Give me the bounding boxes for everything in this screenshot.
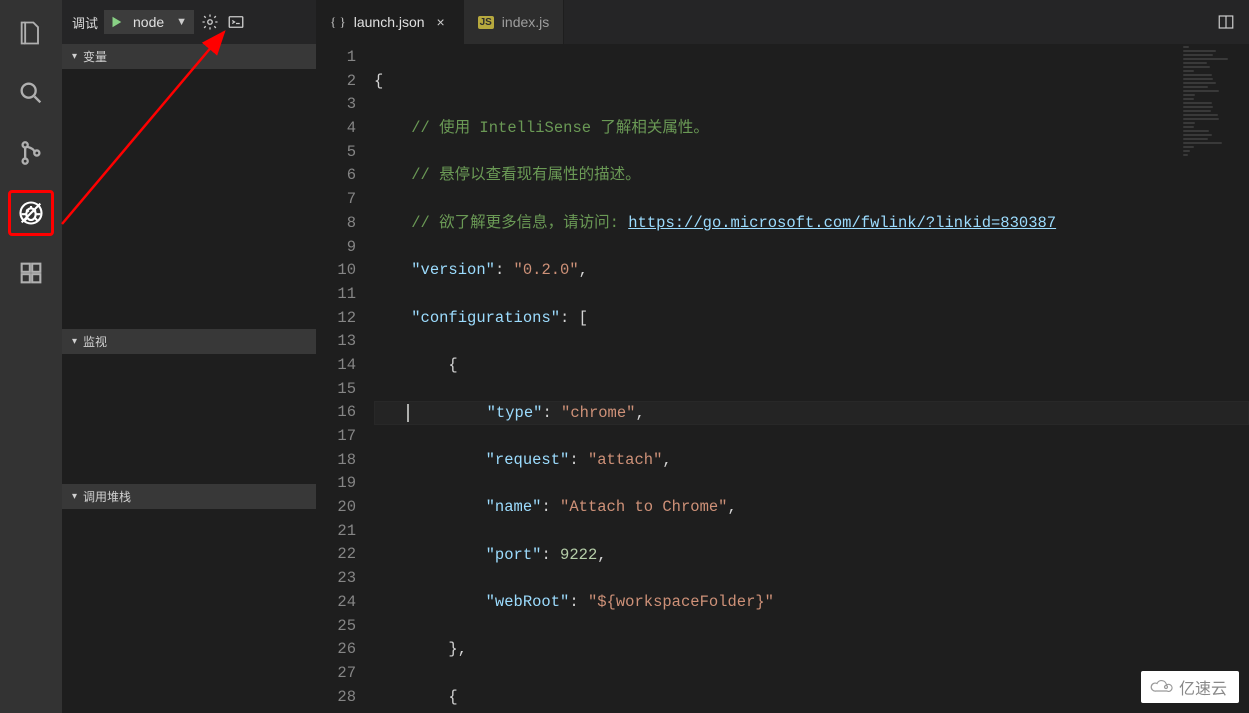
debug-icon[interactable] — [8, 190, 54, 236]
watermark-text: 亿速云 — [1179, 675, 1227, 699]
line-number: 5 — [316, 141, 356, 165]
debug-config-name: node — [127, 14, 170, 30]
line-number: 14 — [316, 354, 356, 378]
line-number: 4 — [316, 117, 356, 141]
debug-console-icon[interactable] — [226, 12, 246, 32]
files-icon[interactable] — [8, 10, 54, 56]
tab-label: index.js — [502, 14, 549, 30]
extensions-icon[interactable] — [8, 250, 54, 296]
line-number: 3 — [316, 93, 356, 117]
code-editor[interactable]: 1234567891011121314151617181920212223242… — [316, 44, 1249, 713]
js-file-icon: JS — [478, 16, 494, 29]
tab-launch-json[interactable]: { } launch.json × — [316, 0, 464, 44]
line-number: 8 — [316, 212, 356, 236]
activity-bar — [0, 0, 62, 713]
section-label: 监视 — [83, 333, 107, 350]
line-number: 7 — [316, 188, 356, 212]
editor-area: { } launch.json × JS index.js 1234567891… — [316, 0, 1249, 713]
tab-label: launch.json — [354, 14, 425, 30]
section-watch[interactable]: ▾ 监视 — [62, 329, 316, 354]
debug-sidebar: 调试 node ▼ ▾ 变量 ▾ 监视 ▾ 调用堆栈 — [62, 0, 316, 713]
section-variables[interactable]: ▾ 变量 — [62, 44, 316, 69]
line-number: 21 — [316, 520, 356, 544]
line-number: 6 — [316, 164, 356, 188]
chevron-down-icon: ▾ — [72, 491, 77, 502]
tab-index-js[interactable]: JS index.js — [464, 0, 565, 44]
callstack-panel — [62, 509, 316, 713]
chevron-down-icon[interactable]: ▼ — [170, 16, 193, 28]
line-number: 11 — [316, 283, 356, 307]
line-number: 22 — [316, 543, 356, 567]
debug-title: 调试 — [72, 13, 98, 32]
search-icon[interactable] — [8, 70, 54, 116]
line-number-gutter: 1234567891011121314151617181920212223242… — [316, 46, 374, 713]
start-debug-icon[interactable] — [105, 11, 127, 33]
line-number: 9 — [316, 236, 356, 260]
line-number: 10 — [316, 259, 356, 283]
line-number: 26 — [316, 638, 356, 662]
debug-header: 调试 node ▼ — [62, 0, 316, 44]
line-number: 2 — [316, 70, 356, 94]
line-number: 23 — [316, 567, 356, 591]
tabs-bar: { } launch.json × JS index.js — [316, 0, 1249, 44]
variables-panel — [62, 69, 316, 329]
line-number: 18 — [316, 449, 356, 473]
line-number: 24 — [316, 591, 356, 615]
section-callstack[interactable]: ▾ 调用堆栈 — [62, 484, 316, 509]
chevron-down-icon: ▾ — [72, 336, 77, 347]
minimap[interactable] — [1183, 46, 1243, 156]
line-number: 1 — [316, 46, 356, 70]
line-number: 27 — [316, 662, 356, 686]
section-label: 变量 — [83, 48, 107, 65]
watch-panel — [62, 354, 316, 484]
split-editor-icon[interactable] — [1203, 0, 1249, 44]
line-number: 13 — [316, 330, 356, 354]
line-number: 12 — [316, 307, 356, 331]
docs-link[interactable]: https://go.microsoft.com/fwlink/?linkid=… — [628, 214, 1056, 232]
line-number: 16 — [316, 401, 356, 425]
line-number: 15 — [316, 378, 356, 402]
gear-icon[interactable] — [200, 12, 220, 32]
line-number: 20 — [316, 496, 356, 520]
section-label: 调用堆栈 — [83, 488, 131, 505]
json-file-icon: { } — [330, 14, 346, 30]
line-number: 17 — [316, 425, 356, 449]
line-number: 28 — [316, 686, 356, 710]
line-number: 19 — [316, 472, 356, 496]
chevron-down-icon: ▾ — [72, 51, 77, 62]
code-content[interactable]: { // 使用 IntelliSense 了解相关属性。 // 悬停以查看现有属… — [374, 46, 1249, 713]
source-control-icon[interactable] — [8, 130, 54, 176]
line-number: 25 — [316, 615, 356, 639]
debug-config-selector[interactable]: node ▼ — [104, 10, 194, 34]
close-icon[interactable]: × — [433, 14, 449, 30]
watermark: 亿速云 — [1141, 671, 1239, 703]
